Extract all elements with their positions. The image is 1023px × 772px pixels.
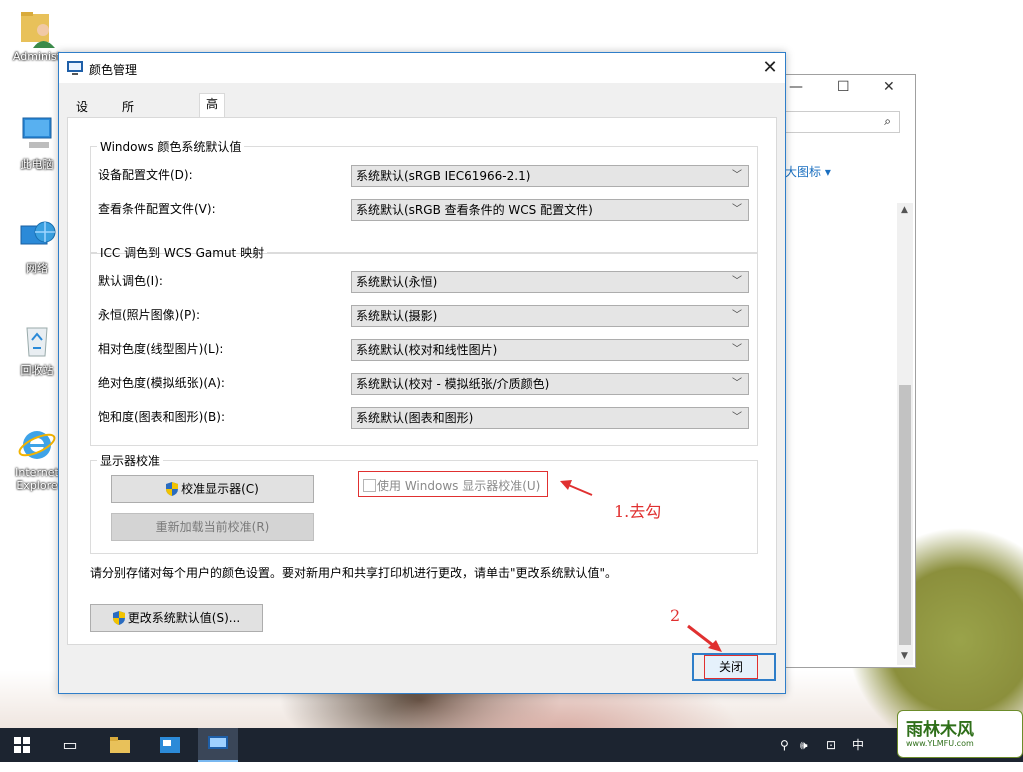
volume-icon[interactable]: 🕪: [800, 728, 808, 762]
windows-start-icon[interactable]: [2, 728, 42, 762]
watermark-url: www.YLMFU.com: [906, 739, 974, 748]
color-management-taskbar-icon[interactable]: [198, 728, 238, 762]
taskbar: ▭ ⚲ 🕪 ⊡ 中 2018/3/8 星期四: [0, 728, 1023, 762]
watermark-logo: 雨林木风 www.YLMFU.com: [897, 710, 1023, 758]
close-button[interactable]: 关闭: [704, 655, 758, 679]
watermark-title: 雨林木风: [906, 720, 974, 740]
people-icon[interactable]: ⚲: [780, 728, 789, 762]
control-panel-icon[interactable]: [150, 728, 190, 762]
annotation-step2: 2: [670, 606, 681, 625]
annotation-step1: 1.去勾: [614, 502, 662, 521]
file-explorer-icon[interactable]: [100, 728, 140, 762]
task-view-icon[interactable]: ▭: [50, 728, 90, 762]
network-tray-icon[interactable]: ⊡: [826, 728, 836, 762]
ime-indicator[interactable]: 中: [852, 728, 864, 762]
annotation-arrows: [560, 480, 722, 652]
